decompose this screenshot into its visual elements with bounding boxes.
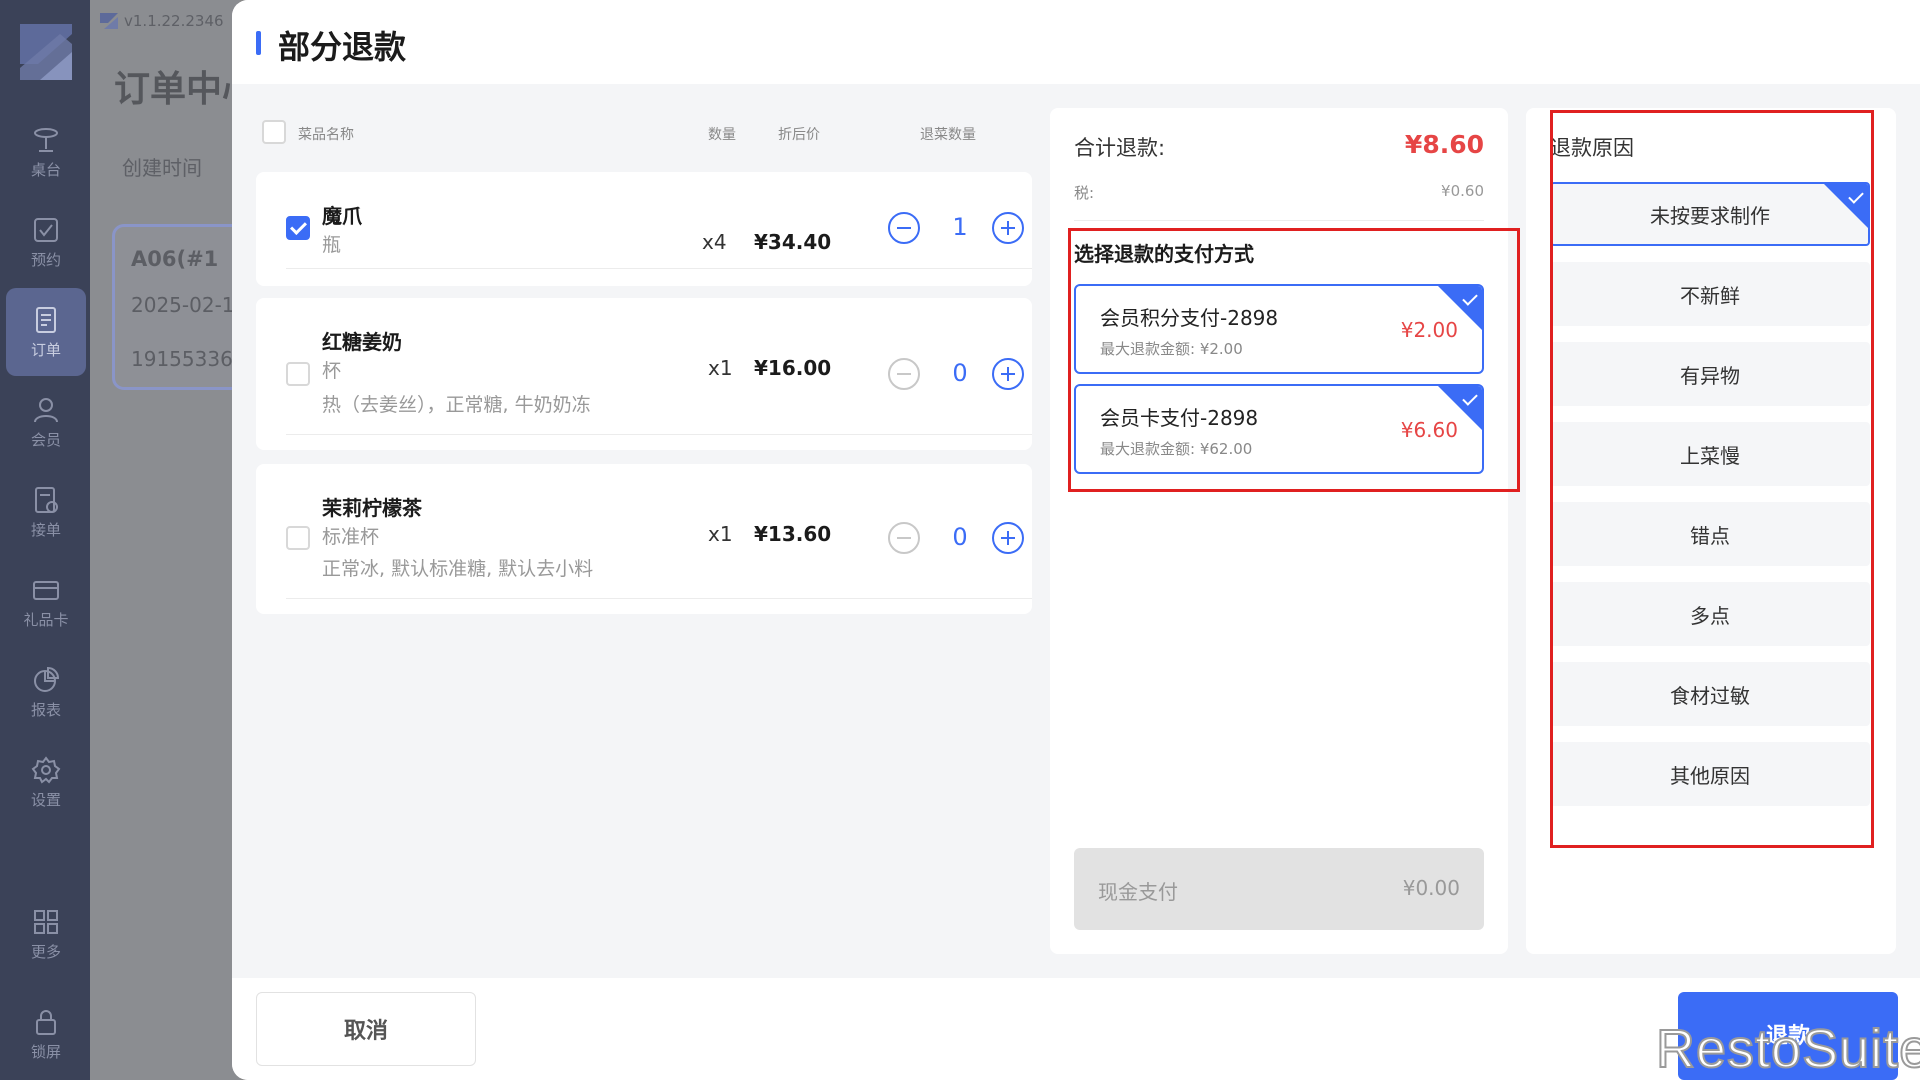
report-icon (34, 666, 60, 692)
settings-icon (31, 755, 61, 784)
nav-label: 接单 (30, 520, 61, 539)
payment-divider (1074, 220, 1484, 221)
nav-label: 礼品卡 (23, 610, 69, 629)
refund-item-row: 红糖姜奶 杯 热（去姜丝），正常糖, 牛奶奶冻 x1 ¥16.00 0 (256, 298, 1032, 450)
nav-item-accept-orders[interactable]: 接单 (6, 468, 86, 556)
item-checkbox[interactable] (286, 526, 310, 550)
refund-qty-value: 0 (952, 359, 968, 387)
item-options: 热（去姜丝），正常糖, 牛奶奶冻 (322, 394, 591, 416)
bg-card-table: A06(#1 (131, 247, 219, 271)
app-logo-icon (20, 24, 72, 80)
item-qty: x1 (708, 522, 733, 546)
sidebar: 桌台 预约 订单 会员 接单 礼品卡 报表 设置 更多 锁屏 (0, 0, 90, 1080)
tax-label: 税: (1074, 184, 1095, 202)
nav-label: 订单 (30, 340, 61, 359)
background-filter-label: 创建时间 (122, 156, 202, 180)
background-page-title: 订单中心 (114, 69, 240, 110)
tax-value: ¥0.60 (1441, 182, 1484, 200)
item-unit: 标准杯 (322, 526, 380, 548)
background-order-card: A06(#1 2025-02-1 1915533610 (112, 224, 240, 390)
refund-item-row: 魔爪 瓶 x4 ¥34.40 1 (256, 172, 1032, 286)
increment-button[interactable] (992, 358, 1024, 390)
item-checkbox[interactable] (286, 362, 310, 386)
increment-button[interactable] (992, 522, 1024, 554)
bg-card-date: 2025-02-1 (131, 293, 235, 317)
refund-qty-value: 1 (952, 213, 968, 241)
cash-payment-row: 现金支付 ¥0.00 (1074, 848, 1484, 930)
select-all-checkbox[interactable] (262, 120, 286, 144)
decrement-button[interactable] (888, 212, 920, 244)
item-unit: 杯 (322, 360, 342, 382)
nav-label: 会员 (30, 430, 61, 449)
highlight-box-reasons (1550, 110, 1874, 848)
nav-item-lock-screen[interactable]: 锁屏 (6, 990, 86, 1078)
partial-refund-modal: 部分退款 菜品名称 数量 折后价 退菜数量 魔爪 瓶 x4 ¥34.40 1 红… (232, 0, 1920, 1080)
item-price: ¥16.00 (754, 356, 832, 380)
background-order-page: v1.1.22.2346 订单中心 创建时间 A06(#1 2025-02-1 … (90, 0, 240, 1080)
cash-label: 现金支付 (1098, 880, 1178, 904)
nav-item-reports[interactable]: 报表 (6, 648, 86, 736)
bg-card-number: 1915533610 (131, 347, 240, 371)
modal-header: 部分退款 (232, 0, 1920, 84)
more-icon (34, 909, 58, 934)
gift-card-icon (33, 580, 59, 600)
nav-label: 锁屏 (30, 1042, 61, 1061)
item-price: ¥34.40 (754, 230, 832, 254)
column-name: 菜品名称 (298, 127, 354, 143)
item-unit: 瓶 (322, 234, 342, 256)
item-list-header: 菜品名称 数量 折后价 退菜数量 (256, 118, 1036, 150)
refund-qty-value: 0 (952, 523, 968, 551)
nav-item-tables[interactable]: 桌台 (6, 108, 86, 196)
increment-button[interactable] (992, 212, 1024, 244)
nav-item-orders[interactable]: 订单 (6, 288, 86, 376)
item-name: 茉莉柠檬茶 (322, 496, 422, 520)
app-mini-logo-icon (100, 13, 118, 29)
table-icon (34, 127, 58, 152)
nav-item-reservations[interactable]: 预约 (6, 198, 86, 286)
nav-item-members[interactable]: 会员 (6, 378, 86, 466)
column-price: 折后价 (778, 127, 820, 143)
lock-icon (36, 1009, 56, 1035)
nav-label: 预约 (30, 250, 61, 269)
refund-item-row: 茉莉柠檬茶 标准杯 正常冰, 默认标准糖, 默认去小料 x1 ¥13.60 0 (256, 464, 1032, 614)
column-qty: 数量 (708, 127, 736, 143)
item-qty: x4 (702, 230, 727, 254)
accept-order-icon (35, 486, 58, 513)
total-refund-label: 合计退款: (1074, 136, 1166, 160)
nav-item-more[interactable]: 更多 (6, 890, 86, 978)
item-qty: x1 (708, 356, 733, 380)
nav-label: 设置 (30, 790, 61, 809)
highlight-box-payment (1068, 228, 1520, 492)
item-checkbox[interactable] (286, 216, 310, 240)
item-options: 正常冰, 默认标准糖, 默认去小料 (322, 558, 594, 580)
row-divider (286, 268, 1032, 269)
modal-title: 部分退款 (278, 28, 407, 66)
decrement-button[interactable] (888, 358, 920, 390)
item-price: ¥13.60 (754, 522, 832, 546)
cash-value: ¥0.00 (1402, 876, 1460, 900)
decrement-button[interactable] (888, 522, 920, 554)
brand-watermark: RestoSuite (1655, 1018, 1920, 1080)
nav-item-settings[interactable]: 设置 (6, 738, 86, 826)
total-refund-value: ¥8.60 (1404, 130, 1484, 159)
reservation-icon (34, 217, 58, 242)
order-icon (36, 306, 56, 333)
cancel-button[interactable]: 取消 (256, 992, 476, 1066)
item-name: 魔爪 (322, 204, 362, 228)
app-version: v1.1.22.2346 (100, 12, 224, 30)
item-name: 红糖姜奶 (322, 330, 402, 354)
row-divider (286, 598, 1032, 599)
title-accent-bar (256, 31, 261, 55)
row-divider (286, 434, 1032, 435)
nav-label: 更多 (30, 942, 61, 961)
nav-label: 报表 (30, 700, 61, 719)
nav-label: 桌台 (30, 160, 61, 179)
column-refund-qty: 退菜数量 (920, 127, 976, 143)
version-text: v1.1.22.2346 (124, 12, 224, 30)
member-icon (34, 397, 58, 422)
nav-item-gift-cards[interactable]: 礼品卡 (6, 558, 86, 646)
